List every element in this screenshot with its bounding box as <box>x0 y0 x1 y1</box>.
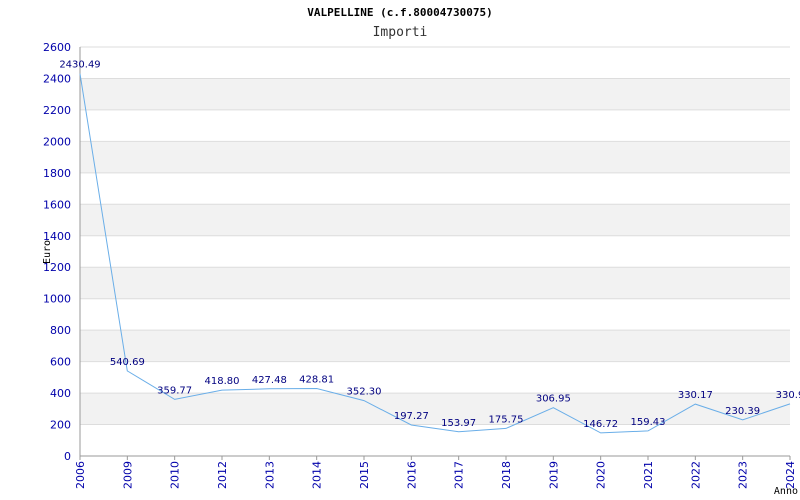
data-label: 330.17 <box>678 390 713 401</box>
x-axis-label: Anno <box>774 486 798 497</box>
data-label: 540.69 <box>110 357 145 368</box>
y-tick-label: 600 <box>50 356 71 369</box>
data-label: 2430.49 <box>59 60 100 71</box>
y-tick-label: 1600 <box>43 198 71 211</box>
y-tick-label: 2600 <box>43 41 71 54</box>
data-label: 427.48 <box>252 375 287 386</box>
x-tick-label: 2014 <box>311 461 324 489</box>
x-tick-label: 2018 <box>500 461 513 489</box>
data-label: 359.77 <box>157 385 192 396</box>
x-tick-label: 2015 <box>358 461 371 489</box>
x-tick-label: 2006 <box>74 461 87 489</box>
grid-band <box>80 141 790 173</box>
y-tick-label: 2400 <box>43 72 71 85</box>
x-tick-label: 2012 <box>216 461 229 489</box>
grid-band <box>80 78 790 110</box>
grid-band <box>80 298 790 331</box>
x-tick-label: 2009 <box>121 461 134 489</box>
y-tick-label: 2200 <box>43 104 71 117</box>
y-axis-label: Euro <box>42 240 53 264</box>
line-chart: 0200400600800100012001400160018002000220… <box>42 41 800 497</box>
x-tick-label: 2022 <box>689 461 702 489</box>
data-label: 146.72 <box>583 419 618 430</box>
grid-band <box>80 424 790 456</box>
y-tick-label: 0 <box>64 450 71 463</box>
y-tick-label: 1800 <box>43 167 71 180</box>
grid-band <box>80 235 790 268</box>
x-tick-label: 2023 <box>737 461 750 489</box>
y-tick-label: 800 <box>50 324 71 337</box>
grid-band <box>80 330 790 362</box>
data-label: 175.75 <box>489 414 524 425</box>
y-tick-label: 2000 <box>43 135 71 148</box>
x-tick-label: 2021 <box>642 461 655 489</box>
x-axis-ticks: 2006 2009 2010 2012 2013 2014 2015 2016 2017 2018… <box>74 456 797 489</box>
grid-band <box>80 204 790 236</box>
y-tick-label: 200 <box>50 419 71 432</box>
chart-frame: VALPELLINE (c.f.80004730075) Importi 0 20… <box>0 0 800 500</box>
data-label: 306.95 <box>536 394 571 405</box>
data-label: 230.39 <box>725 406 760 417</box>
x-tick-label: 2017 <box>453 461 466 489</box>
data-label: 330.9 <box>776 390 800 401</box>
x-tick-label: 2024 <box>784 461 797 489</box>
data-label: 352.30 <box>347 387 382 398</box>
grid-band <box>80 267 790 299</box>
data-label: 153.97 <box>441 418 476 429</box>
x-tick-label: 2013 <box>263 461 276 489</box>
y-tick-label: 400 <box>50 387 71 400</box>
x-tick-label: 2010 <box>169 461 182 489</box>
data-label: 418.80 <box>205 376 240 387</box>
data-label: 159.43 <box>631 417 666 428</box>
grid-band <box>80 109 790 142</box>
grid-band <box>80 172 790 205</box>
y-tick-label: 1000 <box>43 293 71 306</box>
x-tick-label: 2016 <box>405 461 418 489</box>
x-tick-label: 2019 <box>547 461 560 489</box>
x-tick-label: 2020 <box>595 461 608 489</box>
grid-band <box>80 47 790 79</box>
data-label: 197.27 <box>394 411 429 422</box>
data-label: 428.81 <box>299 375 334 386</box>
